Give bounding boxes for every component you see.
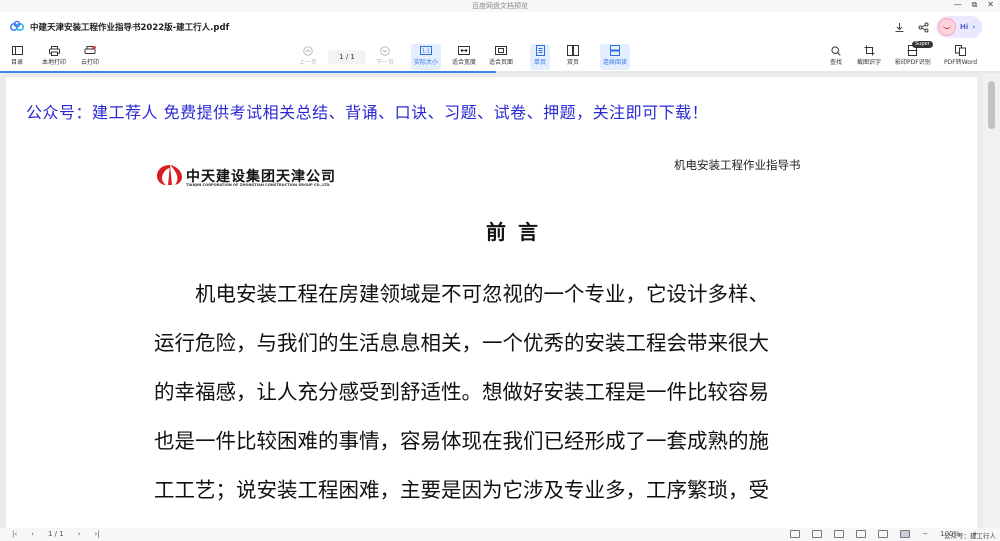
- document-title: 中建天津安装工程作业指导书2022版-建工行人.pdf: [30, 23, 230, 33]
- pdf-to-word-button[interactable]: PDF转Word: [944, 44, 977, 66]
- cloud-print-button[interactable]: 云打印: [81, 44, 99, 66]
- title-bar: 百度网盘文档预览 — ⧉ ✕: [0, 0, 1000, 12]
- chevron-right-icon: ›: [972, 23, 976, 31]
- actual-size-icon: 1:1: [419, 44, 433, 57]
- viewer-toolbar: 目录 本地打印 云打印 上一页 1 / 1 下一页 1:1 实际大小 适合宽度 …: [0, 42, 1000, 72]
- fit-page-icon: [494, 44, 508, 57]
- scrollbar-thumb[interactable]: [988, 81, 995, 129]
- double-view-icon[interactable]: [812, 530, 823, 538]
- sidebar-icon: [10, 44, 24, 57]
- paragraph-line: 工工艺；说安装工程困难，主要是因为它涉及专业多，工序繁琐，受: [154, 478, 769, 502]
- paragraph-line: 运行危险，与我们的生活息息相关，一个优秀的安装工程会带来很大: [154, 331, 769, 355]
- download-icon[interactable]: [892, 20, 906, 34]
- promo-banner: 公众号：建工荐人 免费提供考试相关总结、背诵、口诀、习题、试卷、押题，关注即可下…: [26, 103, 709, 122]
- paragraph-line: 的幸福感，让人充分感受到舒适性。想做好安装工程是一件比较容易: [154, 380, 769, 404]
- super-badge: Super: [912, 41, 933, 48]
- share-icon[interactable]: [916, 20, 930, 34]
- minimize-icon[interactable]: —: [954, 0, 962, 10]
- section-title: 前言: [486, 220, 550, 244]
- first-page-icon[interactable]: |‹: [12, 530, 17, 538]
- window-controls: — ⧉ ✕: [954, 0, 994, 10]
- document-viewer[interactable]: 公众号：建工荐人 免费提供考试相关总结、背诵、口诀、习题、试卷、押题，关注即可下…: [0, 73, 983, 528]
- fit-width-button[interactable]: 适合宽度: [452, 44, 476, 66]
- last-page-icon[interactable]: ›|: [95, 530, 100, 538]
- status-bar: |‹ ‹ 1 / 1 › ›| − 100% + 公众号：建工行人: [0, 528, 1000, 541]
- convert-icon: [954, 44, 968, 57]
- continuous-read-button[interactable]: 连续阅读: [600, 44, 631, 70]
- cloud-printer-icon: [83, 44, 97, 57]
- prev-page-icon[interactable]: ‹: [31, 530, 34, 538]
- greeting-text: Hi: [960, 23, 969, 31]
- next-page-button[interactable]: 下一页: [376, 44, 394, 66]
- screenshot-ocr-button[interactable]: 截图识字: [857, 44, 881, 66]
- toc-button[interactable]: 目录: [10, 44, 24, 66]
- search-icon: [829, 44, 843, 57]
- preface-paragraph: 机电安装工程在房建领域是不可忽视的一个专业，它设计多样、 运行危险，与我们的生活…: [154, 270, 844, 515]
- single-view-icon[interactable]: [790, 530, 801, 538]
- document-header: 机电安装工程作业指导书: [674, 158, 801, 172]
- continuous-read-icon: [608, 44, 622, 57]
- watermark-text: 公众号：建工行人: [944, 532, 996, 540]
- pdf-page: 公众号：建工荐人 免费提供考试相关总结、背诵、口诀、习题、试卷、押题，关注即可下…: [6, 77, 977, 528]
- crop-icon: [862, 44, 876, 57]
- company-english-name: TIANJIN CORPORATION OF ZHONGTIAN CONSTRU…: [186, 183, 331, 187]
- vertical-scrollbar[interactable]: [983, 73, 1000, 528]
- fit-width-view-icon[interactable]: [856, 530, 867, 538]
- printer-icon: [47, 44, 61, 57]
- maximize-icon[interactable]: ⧉: [972, 0, 978, 10]
- document-bar: 中建天津安装工程作业指导书2022版-建工行人.pdf Hi ›: [0, 12, 1000, 42]
- prev-page-button[interactable]: 上一页: [299, 44, 317, 66]
- app-title: 百度网盘文档预览: [472, 2, 528, 10]
- double-page-icon: [566, 44, 580, 57]
- next-page-icon[interactable]: ›: [78, 530, 81, 538]
- single-page-button[interactable]: 单页: [530, 44, 550, 70]
- svg-text:1:1: 1:1: [422, 49, 430, 55]
- continuous-view-icon[interactable]: [834, 530, 845, 538]
- double-page-button[interactable]: 双页: [566, 44, 580, 66]
- close-icon[interactable]: ✕: [987, 0, 994, 10]
- fit-page-button[interactable]: 适合页面: [489, 44, 513, 66]
- baidu-netdisk-logo-icon: [10, 20, 24, 31]
- avatar: [938, 18, 956, 36]
- paragraph-line: 也是一件比较困难的事情，容易体现在我们已经形成了一套成熟的施: [154, 429, 769, 453]
- chevron-up-icon: [301, 44, 315, 57]
- local-print-button[interactable]: 本地打印: [42, 44, 66, 66]
- fit-width-icon: [457, 44, 471, 57]
- fit-page-view-icon[interactable]: [878, 530, 889, 538]
- company-logo-icon: [157, 165, 182, 185]
- search-button[interactable]: 查找: [829, 44, 843, 66]
- single-page-icon: [533, 44, 547, 57]
- paragraph-line: 机电安装工程在房建领域是不可忽视的一个专业，它设计多样、: [154, 282, 769, 306]
- actual-size-button[interactable]: 1:1 实际大小: [411, 44, 442, 70]
- actual-size-view-icon[interactable]: [900, 530, 911, 538]
- zoom-out-icon[interactable]: −: [922, 530, 928, 538]
- page-indicator[interactable]: 1 / 1: [328, 50, 366, 64]
- chevron-down-icon: [378, 44, 392, 57]
- account-button[interactable]: Hi ›: [936, 16, 982, 38]
- status-page-indicator[interactable]: 1 / 1: [48, 530, 64, 538]
